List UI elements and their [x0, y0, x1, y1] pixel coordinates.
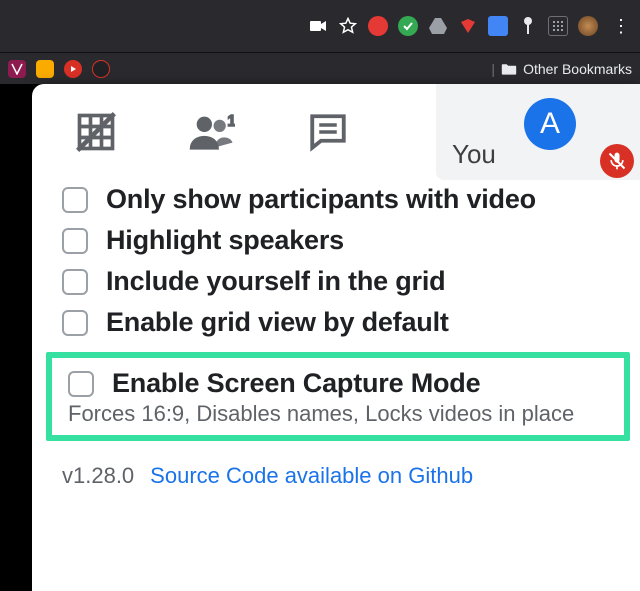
bookmarks-bar: | Other Bookmarks: [0, 52, 640, 84]
separator: |: [491, 61, 495, 77]
bookmark-icon[interactable]: [64, 60, 82, 78]
star-icon[interactable]: [338, 16, 358, 36]
option-include-yourself[interactable]: Include yourself in the grid: [62, 266, 622, 297]
option-screen-capture[interactable]: Enable Screen Capture Mode: [68, 368, 614, 399]
self-label: You: [452, 139, 496, 170]
svg-text:1: 1: [227, 113, 235, 130]
camera-icon[interactable]: [308, 16, 328, 36]
chat-tab-icon[interactable]: [300, 104, 356, 160]
drive-icon[interactable]: [428, 16, 448, 36]
other-bookmarks-button[interactable]: Other Bookmarks: [523, 61, 632, 77]
checkbox[interactable]: [62, 269, 88, 295]
extension-icon[interactable]: [398, 16, 418, 36]
options-list: Only show participants with video Highli…: [32, 172, 640, 338]
highlight-annotation: Enable Screen Capture Mode Forces 16:9, …: [46, 352, 630, 441]
extension-icon[interactable]: [518, 16, 538, 36]
checkbox[interactable]: [68, 371, 94, 397]
self-tile: You A: [436, 84, 640, 180]
bookmark-icon[interactable]: [36, 60, 54, 78]
meet-background: 1 You A Only show participants with vide…: [0, 84, 640, 591]
option-only-video[interactable]: Only show participants with video: [62, 184, 622, 215]
option-highlight-speakers[interactable]: Highlight speakers: [62, 225, 622, 256]
checkbox[interactable]: [62, 310, 88, 336]
bookmark-icon[interactable]: [8, 60, 26, 78]
option-label: Enable grid view by default: [106, 307, 449, 338]
checkbox[interactable]: [62, 187, 88, 213]
option-grid-default[interactable]: Enable grid view by default: [62, 307, 622, 338]
layout-tab-icon[interactable]: [68, 104, 124, 160]
option-description: Forces 16:9, Disables names, Locks video…: [68, 401, 614, 427]
profile-avatar-icon[interactable]: [578, 16, 598, 36]
option-label: Include yourself in the grid: [106, 266, 445, 297]
option-label: Enable Screen Capture Mode: [112, 368, 480, 399]
people-tab-icon[interactable]: 1: [184, 104, 240, 160]
option-label: Highlight speakers: [106, 225, 344, 256]
version-label: v1.28.0: [62, 463, 134, 489]
avatar: A: [524, 98, 576, 150]
panel-footer: v1.28.0 Source Code available on Github: [32, 441, 640, 489]
extension-icon[interactable]: [368, 16, 388, 36]
grid-view-options-panel: 1 You A Only show participants with vide…: [32, 84, 640, 591]
apps-grid-icon[interactable]: [548, 16, 568, 36]
option-label: Only show participants with video: [106, 184, 536, 215]
browser-toolbar: ⋮: [0, 0, 640, 52]
chrome-menu-icon[interactable]: ⋮: [608, 16, 634, 37]
extension-icon[interactable]: [488, 16, 508, 36]
source-code-link[interactable]: Source Code available on Github: [150, 463, 473, 489]
checkbox[interactable]: [62, 228, 88, 254]
folder-icon: [501, 62, 517, 76]
muted-mic-icon[interactable]: [600, 144, 634, 178]
bookmark-icon[interactable]: [92, 60, 110, 78]
extension-icon[interactable]: [458, 16, 478, 36]
